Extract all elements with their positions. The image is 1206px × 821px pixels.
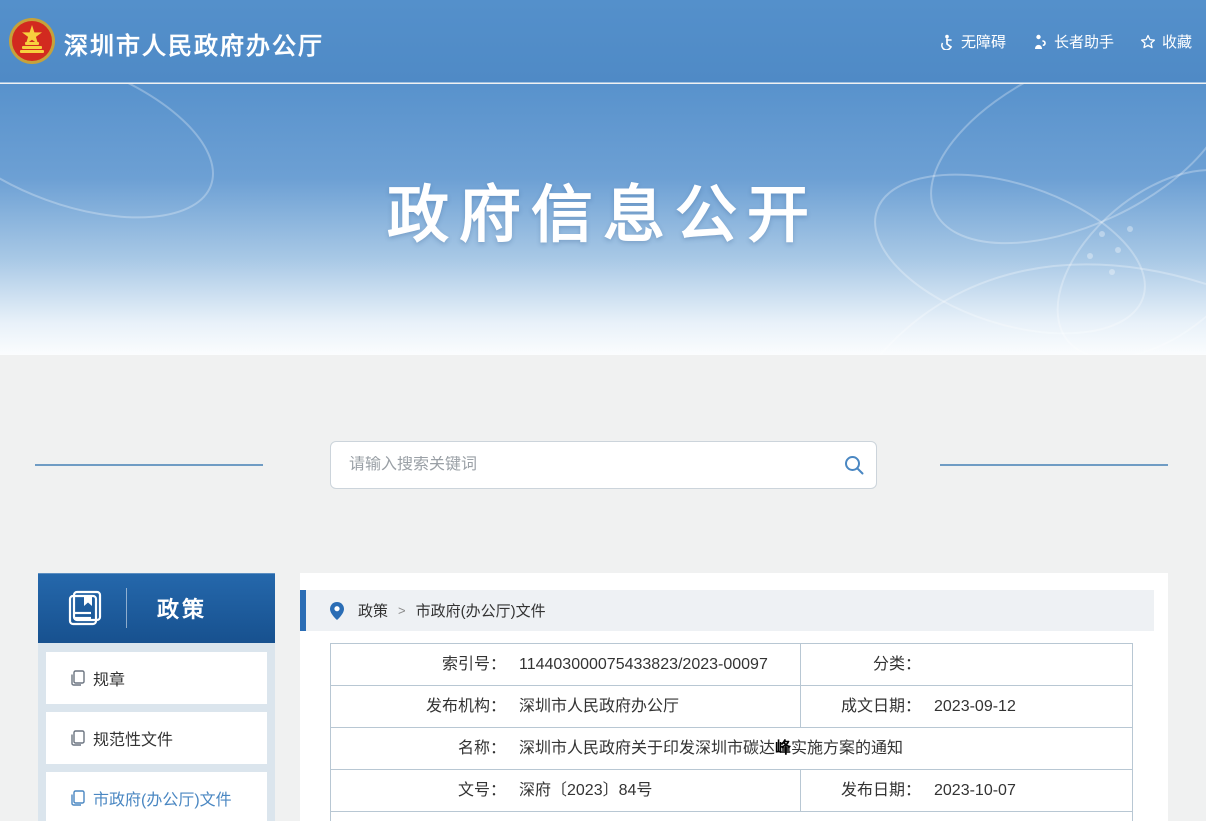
sidebar-item-normative-documents[interactable]: 规范性文件 [46, 712, 267, 764]
table-row-index-category: 索引号： 114403000075433823/2023-00097 分类： [331, 644, 1132, 686]
document-name-pre: 深圳市人民政府关于印发深圳市碳达 [519, 740, 775, 757]
sidebar-item-label: 市政府(办公厅)文件 [93, 786, 232, 810]
favorite-label: 收藏 [1162, 31, 1192, 52]
sidebar-header-divider [126, 588, 127, 628]
category-cell: 分类： [801, 644, 1132, 685]
breadcrumb-link-policy[interactable]: 政策 [358, 600, 388, 621]
elder-assistant-icon [1032, 34, 1048, 50]
accessibility-icon [939, 34, 955, 50]
doc-number-value: 深府〔2023〕84号 [519, 770, 652, 811]
sidebar: 政策 规章 规范性文件 [38, 573, 275, 821]
sidebar-menu: 规章 规范性文件 市政府(办公厅)文件 [38, 643, 275, 821]
elder-assistant-label: 长者助手 [1054, 31, 1114, 52]
document-info-table: 索引号： 114403000075433823/2023-00097 分类： 发… [330, 643, 1133, 821]
sidebar-header-title: 政策 [157, 592, 207, 624]
table-row-name: 名称： 深圳市人民政府关于印发深圳市碳达峰实施方案的通知 [331, 728, 1132, 770]
location-pin-icon [330, 602, 344, 620]
publisher-cell: 发布机构： 深圳市人民政府办公厅 [331, 686, 801, 727]
table-row-docnumber-pubdate: 文号： 深府〔2023〕84号 发布日期： 2023-10-07 [331, 770, 1132, 812]
date-written-cell: 成文日期： 2023-09-12 [801, 686, 1132, 727]
publish-date-label: 发布日期： [801, 770, 921, 811]
doc-number-label: 文号： [331, 770, 506, 811]
sidebar-header: 政策 [38, 573, 275, 643]
top-header-bar: 深圳市人民政府办公厅 无障碍 长者助手 [0, 0, 1206, 83]
document-icon [70, 790, 85, 806]
breadcrumb-current: 市政府(办公厅)文件 [416, 600, 546, 621]
page: 深圳市人民政府办公厅 无障碍 长者助手 [0, 0, 1206, 821]
breadcrumb-accent-bar [300, 590, 306, 631]
sidebar-item-regulations[interactable]: 规章 [46, 652, 267, 704]
sidebar-item-label: 规范性文件 [93, 726, 173, 750]
search-button[interactable] [832, 442, 876, 488]
breadcrumb-separator: > [398, 603, 406, 618]
document-name-post: 实施方案的通知 [791, 740, 903, 757]
table-row-partial [331, 812, 1132, 821]
index-number-cell: 索引号： 114403000075433823/2023-00097 [331, 644, 801, 685]
document-name-value: 深圳市人民政府关于印发深圳市碳达峰实施方案的通知 [519, 728, 903, 769]
decorative-line-left [35, 464, 263, 466]
breadcrumb-trail: 政策 > 市政府(办公厅)文件 [358, 600, 546, 621]
accessibility-label: 无障碍 [961, 31, 1006, 52]
date-written-value: 2023-09-12 [934, 686, 1016, 727]
table-row-publisher-date: 发布机构： 深圳市人民政府办公厅 成文日期： 2023-09-12 [331, 686, 1132, 728]
search-input[interactable] [331, 456, 832, 474]
doc-number-cell: 文号： 深府〔2023〕84号 [331, 770, 801, 811]
favorite-link[interactable]: 收藏 [1140, 31, 1192, 52]
elder-assistant-link[interactable]: 长者助手 [1032, 31, 1114, 52]
partial-row-cell [331, 812, 1132, 821]
document-icon [70, 730, 85, 746]
document-icon [70, 670, 85, 686]
publisher-value: 深圳市人民政府办公厅 [519, 686, 679, 727]
main-panel: 政策 > 市政府(办公厅)文件 索引号： 114403000075433823/… [300, 573, 1168, 821]
search-icon [843, 454, 865, 476]
site-title: 深圳市人民政府办公厅 [64, 26, 324, 61]
publish-date-value: 2023-10-07 [934, 770, 1016, 811]
index-number-label: 索引号： [331, 644, 506, 685]
page-title: 政府信息公开 [0, 164, 1206, 254]
top-links: 无障碍 长者助手 收藏 [939, 31, 1192, 52]
search-row [0, 441, 1206, 489]
document-name-cell: 名称： 深圳市人民政府关于印发深圳市碳达峰实施方案的通知 [331, 728, 1132, 769]
publisher-label: 发布机构： [331, 686, 506, 727]
star-icon [1140, 34, 1156, 50]
accessibility-link[interactable]: 无障碍 [939, 31, 1006, 52]
national-emblem-logo [8, 17, 56, 65]
index-number-value: 114403000075433823/2023-00097 [519, 644, 768, 685]
date-written-label: 成文日期： [801, 686, 921, 727]
document-name-label: 名称： [331, 728, 506, 769]
hero-banner: 政府信息公开 [0, 84, 1206, 355]
publish-date-cell: 发布日期： 2023-10-07 [801, 770, 1132, 811]
sidebar-item-label: 规章 [93, 666, 125, 690]
category-label: 分类： [801, 644, 921, 685]
sidebar-item-municipal-government-documents[interactable]: 市政府(办公厅)文件 [46, 772, 267, 821]
decorative-line-right [940, 464, 1168, 466]
search-box [330, 441, 877, 489]
breadcrumb: 政策 > 市政府(办公厅)文件 [300, 590, 1154, 631]
document-name-highlight: 峰 [775, 740, 791, 757]
book-icon [64, 587, 106, 629]
